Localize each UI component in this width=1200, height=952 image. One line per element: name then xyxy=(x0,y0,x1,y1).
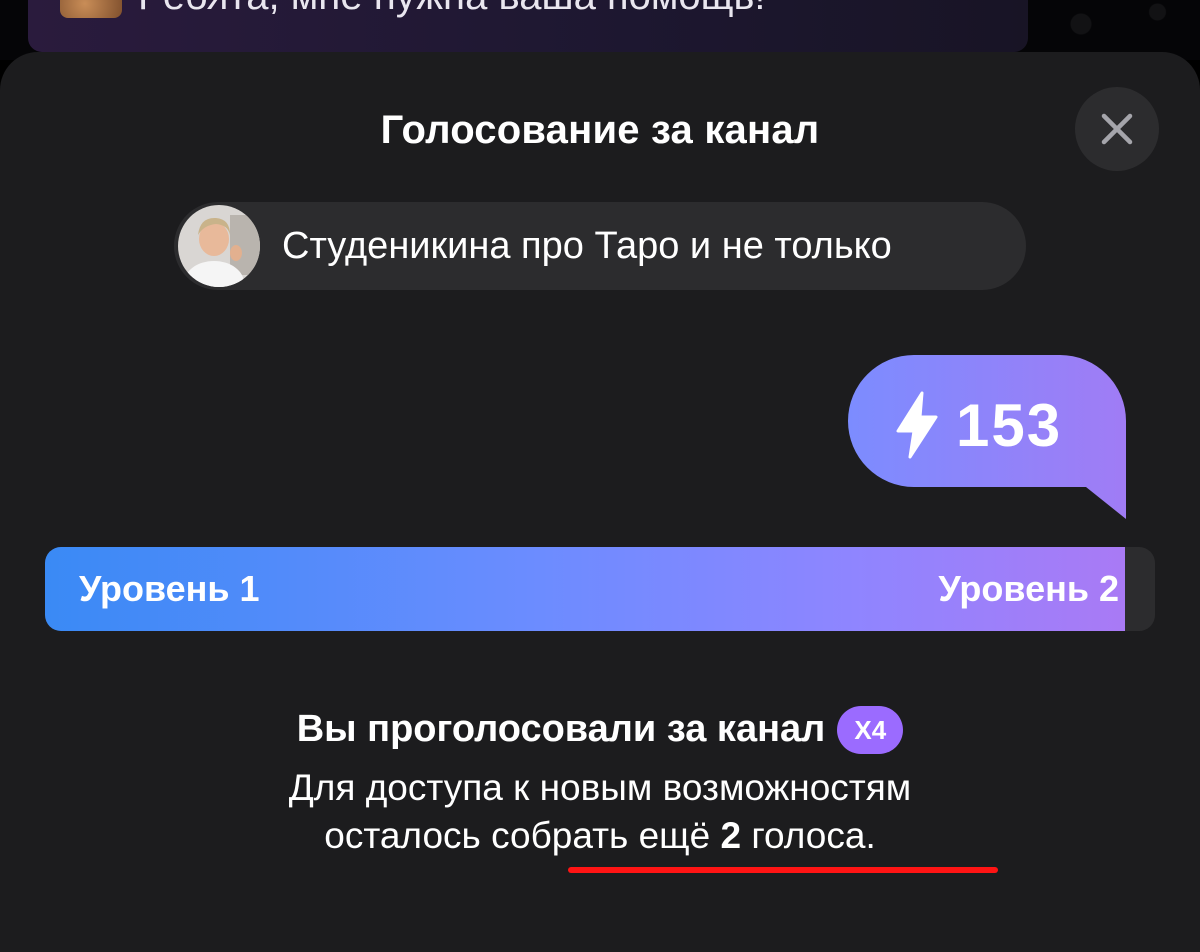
current-level-label: Уровень 1 xyxy=(79,568,260,609)
voted-text: Вы проголосовали за канал xyxy=(296,707,826,750)
background-message-text: Ребята, мне нужна ваша помощь! xyxy=(138,0,765,19)
boost-description: Для доступа к новым возможностям осталос… xyxy=(0,764,1200,860)
next-level-label: Уровень 2 xyxy=(938,568,1119,609)
level-progress-bar: Уровень 1 Уровень 2 xyxy=(45,547,1155,631)
channel-chip[interactable]: Студеникина про Таро и не только xyxy=(174,202,1026,290)
channel-name: Студеникина про Таро и не только xyxy=(282,224,892,267)
description-line-1: Для доступа к новым возможностям xyxy=(288,767,912,808)
sheet-title: Голосование за канал xyxy=(380,108,820,152)
avatar xyxy=(178,205,260,287)
background-pattern xyxy=(1030,0,1200,60)
close-icon xyxy=(1101,113,1133,145)
lightning-icon xyxy=(896,391,938,459)
red-underline-annotation xyxy=(568,867,998,873)
description-line-2: осталось собрать ещё 2 голоса. xyxy=(0,812,1200,860)
close-button[interactable] xyxy=(1075,87,1159,171)
boost-count: 153 xyxy=(956,391,1063,459)
description-suffix: голоса. xyxy=(741,815,876,856)
remaining-votes-count: 2 xyxy=(720,815,742,856)
multiplier-badge: X4 xyxy=(837,706,904,754)
voted-status: Вы проголосовали за канал X4 xyxy=(0,704,1200,754)
boost-count-bubble: 153 xyxy=(846,355,1136,525)
background-chat: Ребята, мне нужна ваша помощь! xyxy=(0,0,1200,60)
boost-sheet: Голосование за канал Студеникина про Тар… xyxy=(0,52,1200,952)
background-avatar xyxy=(60,0,122,18)
description-prefix: осталось собрать ещё xyxy=(324,815,721,856)
